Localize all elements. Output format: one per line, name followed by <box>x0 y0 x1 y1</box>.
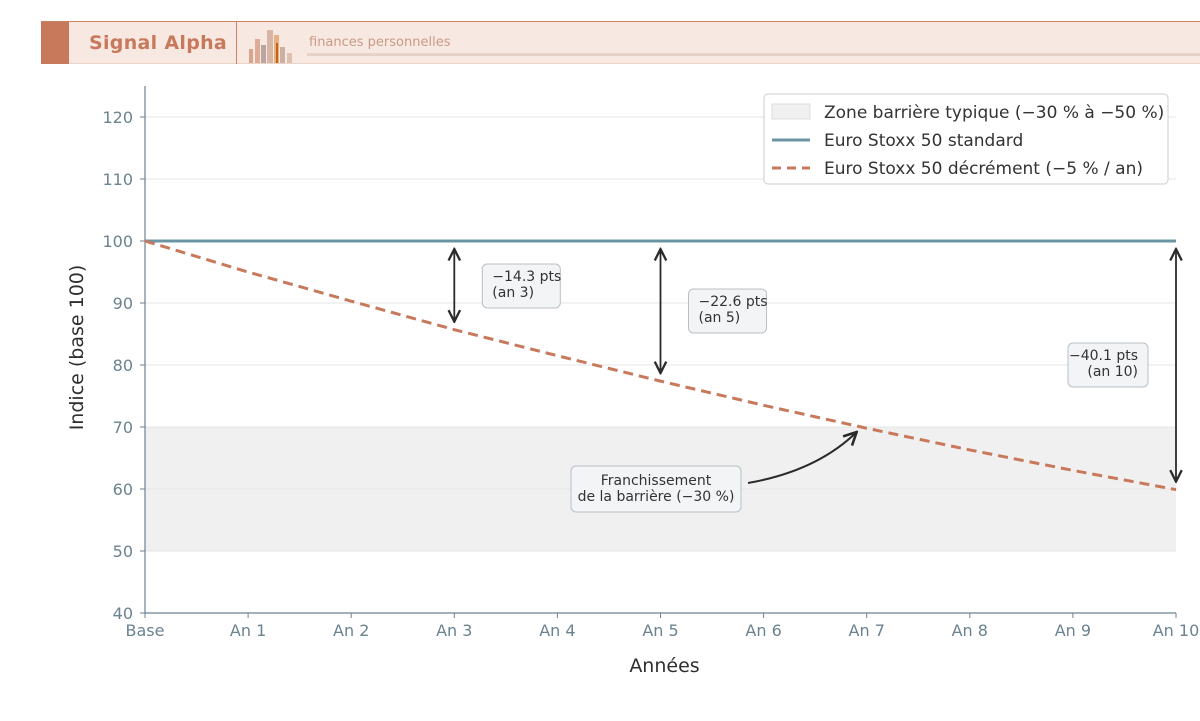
gap-annotation-text: (an 10) <box>1087 364 1138 380</box>
gap-annotation-text: −14.3 pts <box>492 269 561 285</box>
gap-annotation-text: −40.1 pts <box>1069 348 1138 364</box>
x-tick-label: An 4 <box>539 621 575 640</box>
y-tick-label: 50 <box>113 542 133 561</box>
x-tick-label: An 8 <box>952 621 988 640</box>
gap-annotation-text: (an 5) <box>699 310 741 326</box>
x-tick-label: Base <box>126 621 165 640</box>
legend-entry-label: Euro Stoxx 50 standard <box>824 131 1023 151</box>
y-tick-label: 110 <box>102 170 133 189</box>
gap-annotation-text: −22.6 pts <box>699 294 768 310</box>
gap-annotation-text: (an 3) <box>492 285 534 301</box>
page: Signal Alpha finances personnelles 40 50 6… <box>0 0 1200 721</box>
legend-swatch-zone <box>771 103 811 120</box>
y-tick-label: 60 <box>113 480 133 499</box>
y-tick-label: 100 <box>102 232 133 251</box>
x-tick-label: An 5 <box>642 621 678 640</box>
y-axis-label: Indice (base 100) <box>66 265 88 431</box>
y-tick-label: 120 <box>102 108 133 127</box>
x-tick-label: An 6 <box>745 621 781 640</box>
x-tick-label: An 1 <box>230 621 266 640</box>
x-tick-label: An 2 <box>333 621 369 640</box>
x-tick-label: An 7 <box>849 621 885 640</box>
callout-text: Franchissement <box>601 473 712 489</box>
x-axis-label: Années <box>629 655 699 677</box>
callout-text: de la barrière (−30 %) <box>578 489 735 505</box>
y-tick-label: 70 <box>113 418 133 437</box>
legend-entry-label: Euro Stoxx 50 décrément (−5 % / an) <box>824 159 1143 179</box>
x-tick-label: An 10 <box>1153 621 1200 640</box>
x-tick-label: An 3 <box>436 621 472 640</box>
y-tick-label: 90 <box>113 294 133 313</box>
y-tick-label: 80 <box>113 356 133 375</box>
legend-entry-label: Zone barrière typique (−30 % à −50 %) <box>824 103 1164 123</box>
x-tick-label: An 9 <box>1055 621 1091 640</box>
line-chart: 405060708090100110120Base An 1 An 2 An 3 An … <box>66 86 1200 677</box>
